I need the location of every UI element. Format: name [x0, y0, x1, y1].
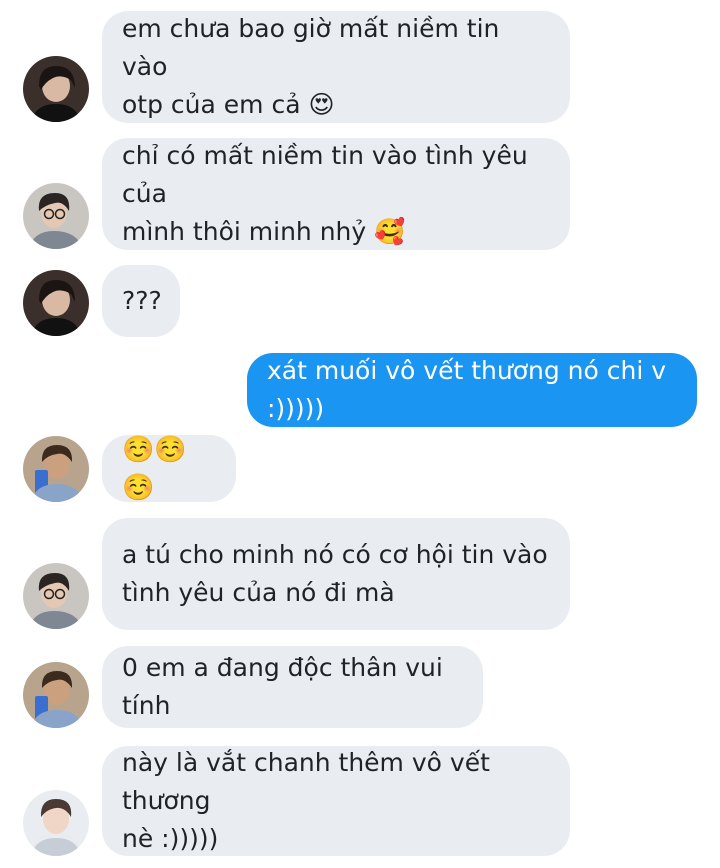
avatar[interactable] — [23, 183, 89, 249]
message-bubble[interactable]: này là vắt chanh thêm vô vết thương nè :… — [102, 746, 570, 856]
outgoing-message-bubble[interactable]: xát muối vô vết thương nó chi v :))))) — [247, 353, 697, 427]
avatar[interactable] — [23, 662, 89, 728]
avatar[interactable] — [23, 563, 89, 629]
dark-hair-avatar-icon — [23, 270, 89, 336]
message-bubble[interactable]: ☺️☺️☺️ — [102, 435, 236, 503]
avatar[interactable] — [23, 436, 89, 502]
selfie-avatar-icon — [23, 662, 89, 728]
glasses-avatar-icon — [23, 183, 89, 249]
dark-hair-avatar-icon — [23, 56, 89, 122]
message-bubble[interactable]: 0 em a đang độc thân vui tính — [102, 646, 483, 728]
selfie-avatar-icon — [23, 436, 89, 502]
light-avatar-icon — [23, 790, 89, 856]
avatar[interactable] — [23, 56, 89, 122]
message-bubble[interactable]: ??? — [102, 265, 180, 337]
message-bubble[interactable]: chỉ có mất niềm tin vào tình yêu của mìn… — [102, 138, 570, 250]
message-bubble[interactable]: em chưa bao giờ mất niềm tin vào otp của… — [102, 11, 570, 123]
avatar[interactable] — [23, 790, 89, 856]
message-bubble[interactable]: a tú cho minh nó có cơ hội tin vào tình … — [102, 518, 570, 630]
glasses-avatar-icon — [23, 563, 89, 629]
avatar[interactable] — [23, 270, 89, 336]
